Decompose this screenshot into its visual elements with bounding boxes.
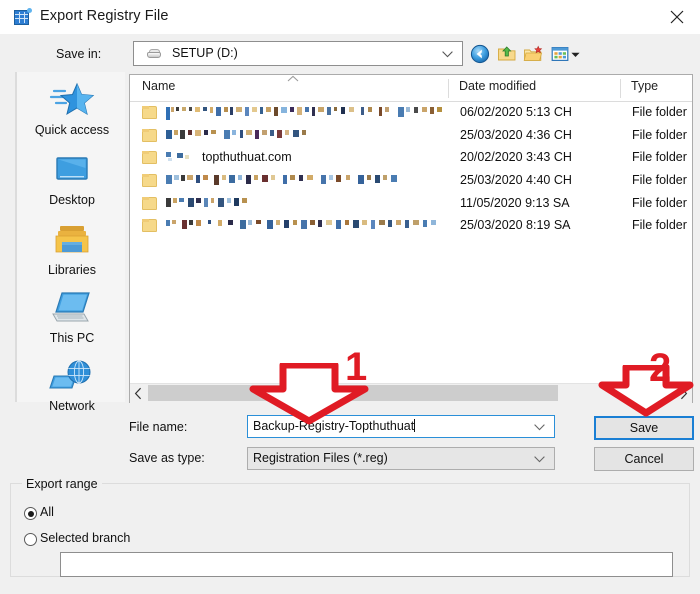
- sidebar-label: Network: [49, 399, 95, 413]
- quick-access-star-icon: [48, 78, 96, 122]
- file-name: topthuthuat.com: [166, 150, 292, 168]
- export-range-title: Export range: [22, 477, 102, 491]
- file-name-input[interactable]: Backup-Registry-Topthuthuat: [247, 415, 555, 438]
- radio-button[interactable]: [24, 533, 37, 546]
- horizontal-scrollbar[interactable]: [130, 383, 692, 403]
- selected-branch-input[interactable]: [60, 552, 673, 577]
- file-type: File folder: [632, 105, 687, 119]
- window-title: Export Registry File: [40, 8, 169, 24]
- desktop-monitor-icon: [48, 148, 96, 192]
- scroll-right-icon[interactable]: [675, 384, 692, 403]
- table-row[interactable]: 11/05/2020 9:13 SA File folder: [130, 193, 692, 216]
- sidebar-label: Libraries: [48, 263, 96, 277]
- column-header-type[interactable]: Type: [631, 79, 658, 93]
- column-divider[interactable]: [620, 79, 621, 98]
- title-bar: Export Registry File: [0, 0, 700, 34]
- views-chevron-down-icon[interactable]: [571, 52, 580, 58]
- file-type: File folder: [632, 127, 687, 142]
- file-type: File folder: [632, 195, 687, 210]
- file-name-redacted: [166, 195, 251, 213]
- chevron-down-icon[interactable]: [534, 456, 545, 463]
- folder-icon: [142, 128, 159, 143]
- sidebar-item-libraries[interactable]: Libraries: [17, 218, 127, 277]
- column-header-date-modified[interactable]: Date modified: [459, 79, 536, 93]
- scrollbar-thumb[interactable]: [148, 385, 558, 401]
- drive-icon: [146, 49, 162, 59]
- sidebar-item-quick-access[interactable]: Quick access: [17, 78, 127, 137]
- column-divider[interactable]: [448, 79, 449, 98]
- table-row[interactable]: 25/03/2020 4:40 CH File folder: [130, 170, 692, 193]
- radio-label: Selected branch: [40, 531, 131, 545]
- file-name-text: topthuthuat.com: [202, 150, 292, 165]
- folder-icon: [142, 219, 159, 233]
- file-date-modified: 06/02/2020 5:13 CH: [460, 105, 572, 119]
- places-sidebar: Quick access Desktop Libraries This PC N…: [15, 72, 127, 413]
- save-button[interactable]: Save: [594, 416, 694, 440]
- chevron-down-icon: [442, 51, 453, 58]
- file-name-redacted: [166, 172, 406, 190]
- table-row[interactable]: 25/03/2020 4:36 CH File folder: [130, 125, 692, 148]
- column-header-name[interactable]: Name: [142, 79, 175, 93]
- folder-icon: [142, 106, 159, 120]
- cancel-button[interactable]: Cancel: [594, 447, 694, 471]
- file-name-label: File name:: [129, 420, 188, 434]
- folder-icon: [142, 196, 159, 211]
- scroll-left-icon[interactable]: [130, 384, 147, 403]
- network-globe-icon: [48, 354, 96, 398]
- up-folder-icon[interactable]: [497, 44, 517, 64]
- folder-icon: [142, 151, 159, 165]
- table-row[interactable]: 06/02/2020 5:13 CH File folder: [130, 102, 692, 125]
- table-row[interactable]: topthuthuat.com 20/02/2020 3:43 CH File …: [130, 147, 692, 170]
- file-name-value: Backup-Registry-Topthuthuat: [253, 419, 415, 433]
- save-in-label: Save in:: [56, 47, 102, 61]
- file-date-modified: 11/05/2020 9:13 SA: [460, 195, 570, 210]
- new-folder-icon[interactable]: [523, 44, 543, 64]
- this-pc-computer-icon: [48, 286, 96, 330]
- export-registry-file-dialog: Export Registry File Save in: SETUP (D:): [0, 0, 700, 594]
- save-as-type-value: Registration Files (*.reg): [253, 451, 388, 465]
- sidebar-item-this-pc[interactable]: This PC: [17, 286, 127, 345]
- file-rows: 06/02/2020 5:13 CH File folder 25/03/202…: [130, 102, 692, 238]
- chevron-down-icon[interactable]: [534, 424, 545, 431]
- table-row[interactable]: 25/03/2020 8:19 SA File folder: [130, 215, 692, 238]
- file-date-modified: 25/03/2020 4:36 CH: [460, 127, 572, 142]
- save-as-type-label: Save as type:: [129, 451, 205, 465]
- views-icon[interactable]: [550, 44, 570, 64]
- text-cursor: [414, 419, 416, 432]
- close-icon[interactable]: [654, 0, 700, 32]
- sidebar-item-network[interactable]: Network: [17, 354, 127, 413]
- sidebar-label: This PC: [49, 331, 95, 345]
- save-as-type-select[interactable]: Registration Files (*.reg): [247, 447, 555, 470]
- sidebar-item-desktop[interactable]: Desktop: [17, 148, 127, 207]
- file-type: File folder: [632, 173, 687, 188]
- file-date-modified: 20/02/2020 3:43 CH: [460, 150, 572, 165]
- file-date-modified: 25/03/2020 4:40 CH: [460, 173, 572, 188]
- radio-label: All: [40, 505, 54, 519]
- file-name-redacted: [166, 217, 441, 235]
- sidebar-label: Desktop: [49, 193, 95, 207]
- save-in-combobox[interactable]: SETUP (D:): [133, 41, 463, 66]
- file-name-redacted: [166, 104, 448, 122]
- file-type: File folder: [632, 150, 687, 165]
- file-date-modified: 25/03/2020 8:19 SA: [460, 218, 571, 233]
- save-in-value: SETUP (D:): [172, 46, 238, 60]
- sort-ascending-icon: [287, 75, 299, 82]
- folder-icon: [142, 174, 159, 188]
- sidebar-label: Quick access: [34, 123, 110, 137]
- libraries-folder-icon: [48, 218, 96, 262]
- column-headers: Name Date modified Type: [130, 75, 692, 102]
- file-name-redacted: [166, 127, 311, 145]
- back-arrow-icon[interactable]: [470, 44, 490, 64]
- registry-editor-icon: [14, 8, 32, 25]
- file-type: File folder: [632, 218, 687, 233]
- radio-button[interactable]: [24, 507, 37, 520]
- file-list: Name Date modified Type 06/02/2020 5:13 …: [129, 74, 693, 403]
